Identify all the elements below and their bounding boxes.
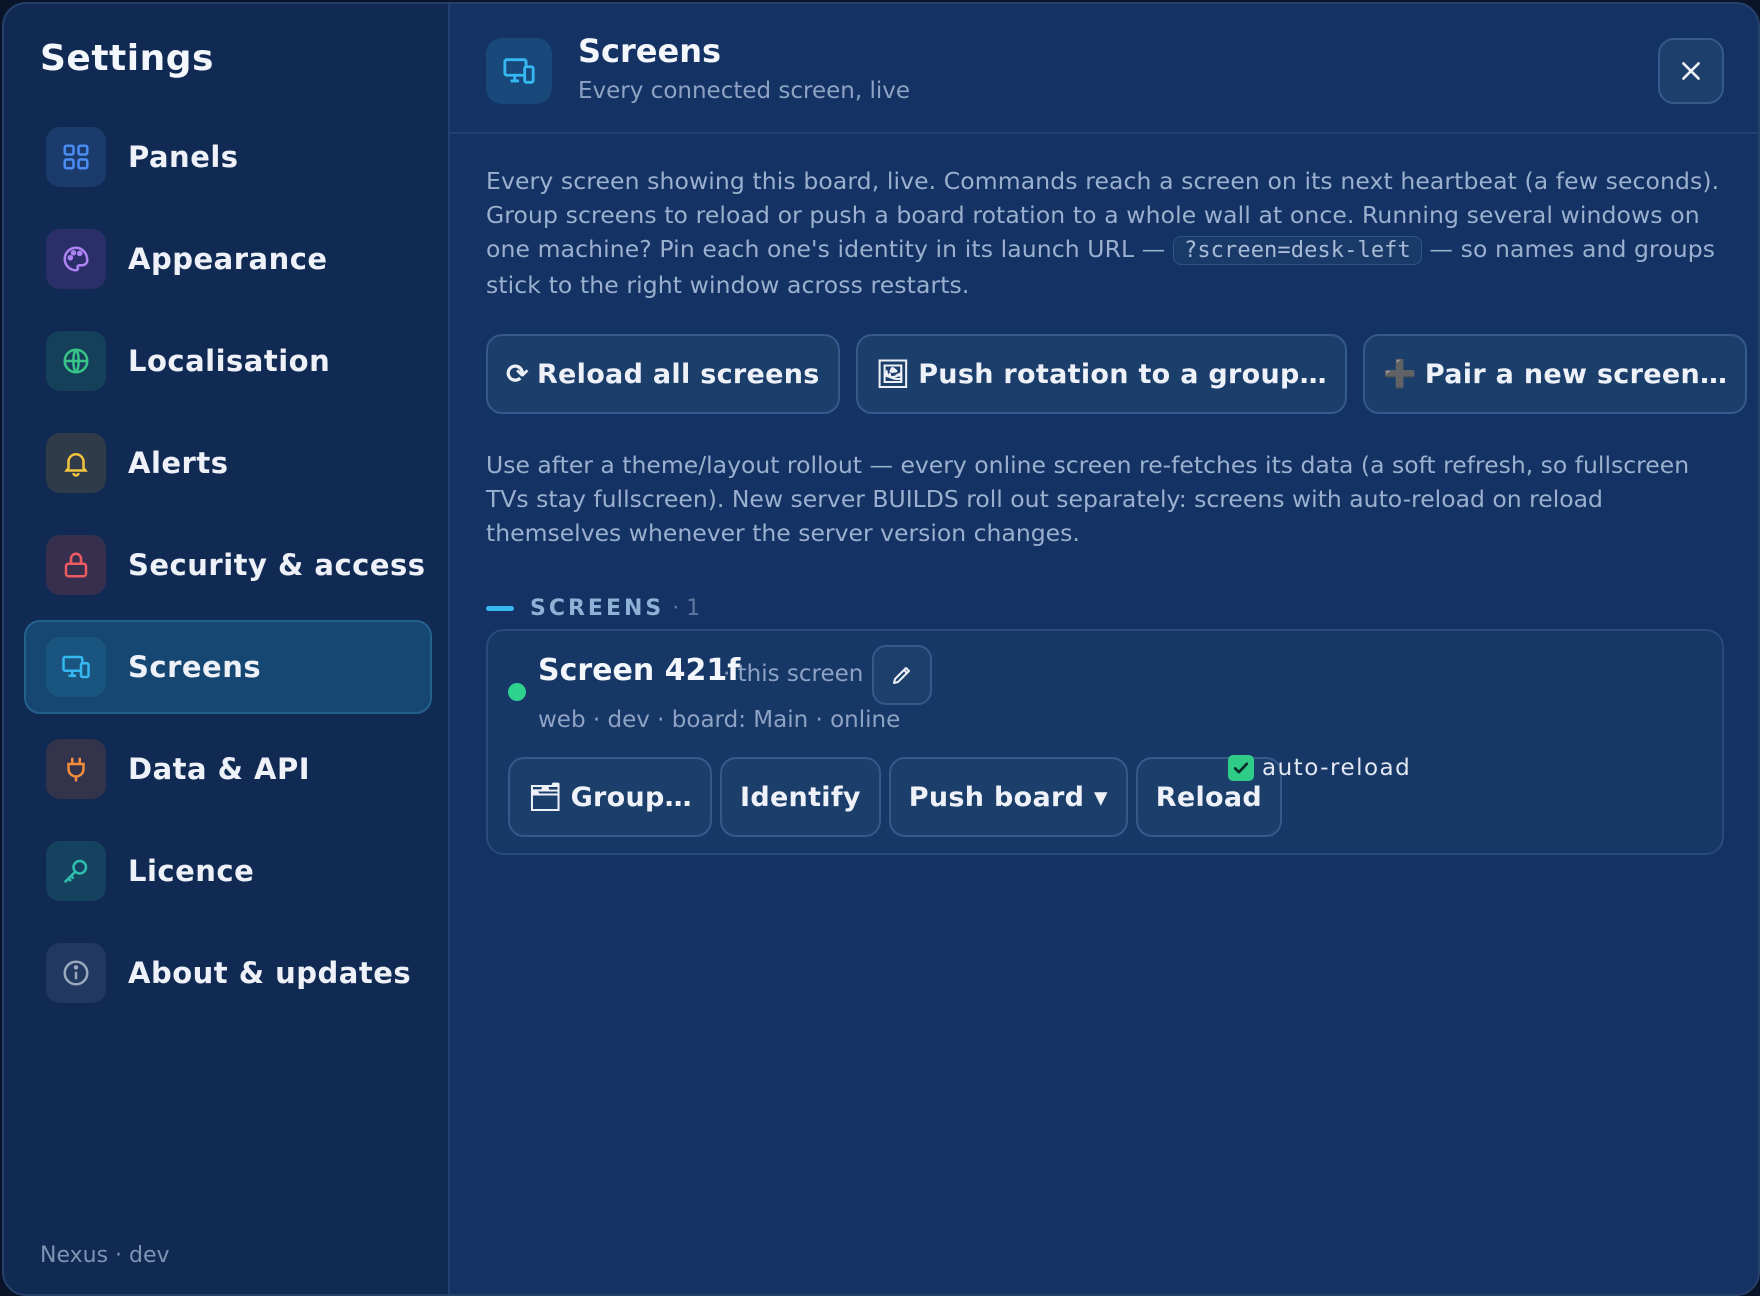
page-subtitle: Every connected screen, live [578, 78, 911, 104]
reload-icon: ⟳ [506, 358, 529, 390]
close-button[interactable] [1658, 38, 1724, 104]
sidebar: Settings Panels Appearance Localisation [4, 4, 450, 1294]
sidebar-item-appearance[interactable]: Appearance [24, 212, 432, 306]
push-rotation-label: Push rotation to a group… [918, 358, 1327, 390]
section-accent-bar [486, 606, 514, 611]
screen-name: Screen 421f [538, 653, 741, 688]
group-label: Group… [570, 781, 692, 813]
sidebar-item-alerts[interactable]: Alerts [24, 416, 432, 510]
sidebar-item-label: Licence [128, 854, 255, 888]
auto-reload-label: auto-reload [1262, 755, 1412, 781]
screen-meta: web · dev · board: Main · online [538, 707, 901, 733]
monitor-icon [46, 637, 106, 697]
sidebar-item-label: Alerts [128, 446, 229, 480]
push-rotation-button[interactable]: 🖼 Push rotation to a group… [855, 334, 1347, 414]
app-version: Nexus · dev [40, 1243, 170, 1268]
main-panel: Screens Every connected screen, live Eve… [450, 4, 1758, 1294]
sidebar-item-screens[interactable]: Screens [24, 620, 432, 714]
section-count: · 1 [672, 596, 701, 621]
lock-icon [46, 535, 106, 595]
reload-all-button[interactable]: ⟳ Reload all screens [486, 334, 840, 414]
checkmark-icon [1233, 762, 1249, 774]
panel-content: Every screen showing this board, live. C… [486, 164, 1748, 855]
sidebar-item-label: Security & access [128, 548, 426, 582]
picture-icon: 🖼 [875, 359, 911, 390]
screen-actions: 🗂 Group… Identify Push board ▾ Reload [508, 757, 1283, 837]
group-button[interactable]: 🗂 Group… [508, 757, 712, 837]
auto-reload-checkbox[interactable] [1228, 755, 1254, 781]
sidebar-item-label: Panels [128, 140, 239, 174]
page-title: Screens [578, 32, 722, 70]
sidebar-item-data-api[interactable]: Data & API [24, 722, 432, 816]
grid-icon [46, 127, 106, 187]
sidebar-item-label: Screens [128, 650, 262, 684]
plug-icon [46, 739, 106, 799]
settings-window: Settings Panels Appearance Localisation [2, 2, 1760, 1296]
sidebar-nav: Panels Appearance Localisation Alerts Se… [24, 110, 432, 1028]
plus-icon: ➕ [1382, 359, 1417, 390]
close-icon [1682, 62, 1700, 80]
pair-screen-label: Pair a new screen… [1424, 358, 1728, 390]
sidebar-item-label: Data & API [128, 752, 311, 786]
pair-screen-button[interactable]: ➕ Pair a new screen… [1362, 334, 1748, 414]
bell-icon [46, 433, 106, 493]
sidebar-item-security[interactable]: Security & access [24, 518, 432, 612]
rename-screen-button[interactable] [872, 645, 932, 705]
screen-card: Screen 421f · this screen web · dev · bo… [486, 629, 1724, 855]
sidebar-item-label: Localisation [128, 344, 331, 378]
sidebar-item-about[interactable]: About & updates [24, 926, 432, 1020]
sidebar-item-label: About & updates [128, 956, 412, 990]
palette-icon [46, 229, 106, 289]
screen-param-code: ?screen=desk-left [1172, 236, 1422, 265]
globe-icon [46, 331, 106, 391]
identify-button[interactable]: Identify [719, 757, 881, 837]
panel-header: Screens Every connected screen, live [450, 4, 1758, 134]
push-board-dropdown[interactable]: Push board ▾ [888, 757, 1128, 837]
pencil-icon [893, 667, 910, 684]
bulk-actions: ⟳ Reload all screens 🖼 Push rotation to … [486, 334, 1748, 414]
sidebar-item-licence[interactable]: Licence [24, 824, 432, 918]
monitor-icon [486, 38, 552, 104]
auto-reload-toggle[interactable]: auto-reload [1228, 755, 1411, 781]
this-screen-tag: · this screen [723, 661, 864, 687]
sidebar-item-panels[interactable]: Panels [24, 110, 432, 204]
section-title: SCREENS [530, 596, 665, 621]
screens-section-heading: SCREENS · 1 [486, 596, 1724, 621]
folder-icon: 🗂 [528, 782, 563, 813]
intro-text: Every screen showing this board, live. C… [486, 164, 1724, 302]
reload-note: Use after a theme/layout rollout — every… [486, 451, 1690, 547]
sidebar-title: Settings [40, 38, 214, 79]
sidebar-item-localisation[interactable]: Localisation [24, 314, 432, 408]
sidebar-item-label: Appearance [128, 242, 328, 276]
online-status-dot [508, 683, 526, 701]
key-icon [46, 841, 106, 901]
reload-all-label: Reload all screens [536, 358, 820, 390]
info-icon [46, 943, 106, 1003]
